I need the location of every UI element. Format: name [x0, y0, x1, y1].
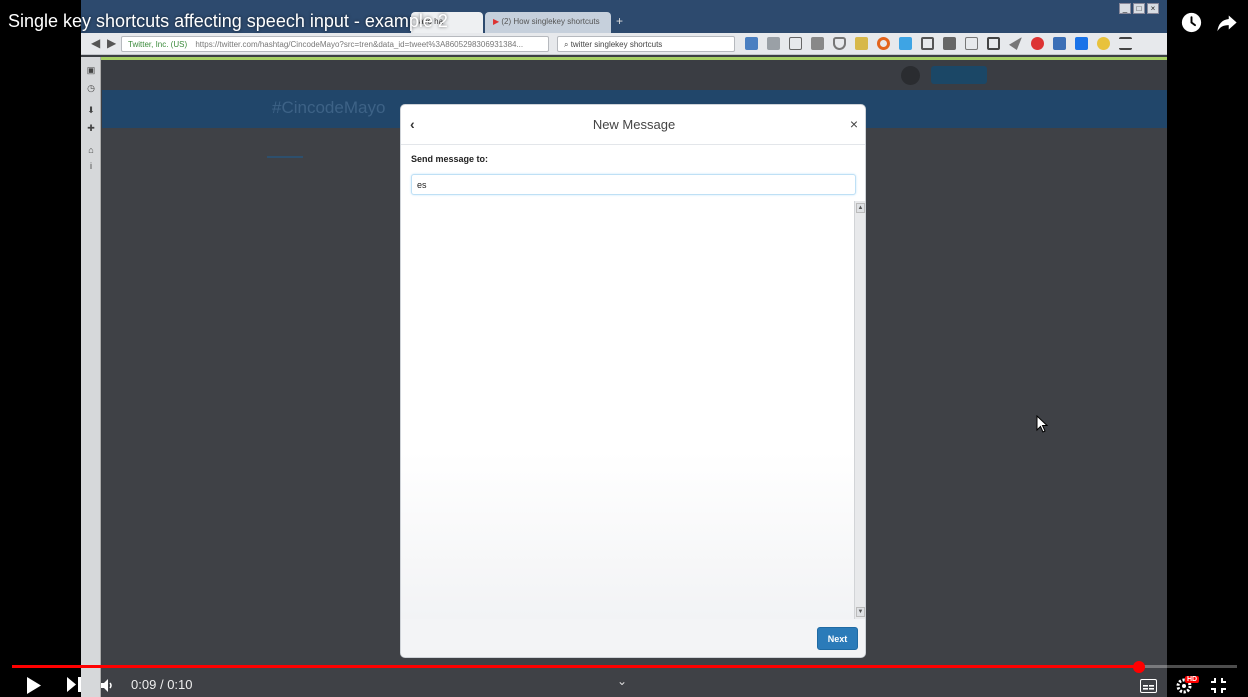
scroll-down-arrow-icon[interactable]: ▼ — [856, 607, 865, 617]
download-icon[interactable]: ⬇ — [85, 105, 97, 117]
browser-navbar: ◀ ▶ Twitter, Inc. (US) https://twitter.c… — [81, 33, 1167, 55]
extension-icon[interactable] — [1053, 37, 1066, 50]
puzzle-icon[interactable]: ✚ — [85, 123, 97, 135]
grid-icon[interactable] — [921, 37, 934, 50]
next-button[interactable]: Next — [817, 627, 858, 650]
watch-later-icon[interactable] — [1181, 12, 1202, 33]
time-separator: / — [159, 677, 164, 692]
site-identity: Twitter, Inc. (US) — [128, 40, 188, 49]
share-icon[interactable] — [1216, 12, 1238, 33]
dialog-title: New Message — [592, 117, 676, 132]
browser-sidebar: ▣ ◷ ⬇ ✚ ⌂ i — [81, 57, 101, 697]
twitter-header — [102, 60, 1167, 90]
tweet-button[interactable] — [931, 66, 987, 84]
minimize-button[interactable]: _ — [1119, 3, 1131, 14]
new-tab-button[interactable]: + — [616, 14, 623, 28]
avatar[interactable] — [901, 66, 920, 85]
window-controls: _ □ × — [1119, 3, 1159, 14]
chevron-down-icon[interactable]: ⌄ — [617, 674, 627, 688]
tools-icon[interactable]: ⌂ — [85, 145, 97, 157]
recipient-results-list[interactable] — [401, 201, 854, 619]
send-icon[interactable] — [1009, 37, 1022, 50]
menu-icon[interactable] — [1119, 37, 1132, 50]
extension-icon[interactable] — [767, 37, 780, 50]
bookmarks-icon[interactable] — [811, 37, 824, 50]
hashtag-title: #CincodeMayo — [272, 98, 386, 117]
volume-icon[interactable] — [101, 679, 115, 692]
sidebar-panel-icon[interactable]: ▣ — [85, 65, 97, 77]
extension-icon[interactable] — [1075, 37, 1088, 50]
active-tab-underline — [267, 156, 303, 158]
extension-icon[interactable] — [899, 37, 912, 50]
scroll-up-arrow-icon[interactable]: ▲ — [856, 203, 865, 213]
adblock-icon[interactable] — [1031, 37, 1044, 50]
zotero-icon[interactable] — [943, 37, 956, 50]
sidebar-icon[interactable] — [987, 37, 1000, 50]
dialog-footer: Next — [401, 619, 865, 657]
results-scrollbar[interactable]: ▲ ▼ — [854, 201, 865, 619]
new-message-dialog: ‹ New Message × Send message to: ▲ ▼ Nex… — [400, 104, 866, 658]
search-icon: ⌕ — [564, 40, 571, 49]
history-icon[interactable]: ◷ — [85, 83, 97, 95]
progress-bar-fill — [12, 665, 1139, 668]
subtitles-icon[interactable] — [1140, 679, 1157, 693]
current-time: 0:09 — [131, 677, 157, 692]
url-text: https://twitter.com/hashtag/CincodeMayo?… — [195, 40, 524, 49]
forward-arrow-icon[interactable]: ▶ — [107, 36, 116, 50]
extension-icon[interactable] — [855, 37, 868, 50]
duration: 0:10 — [167, 677, 193, 692]
close-window-button[interactable]: × — [1147, 3, 1159, 14]
player-controls: 0:09 / 0:10 ⌄ HD — [0, 672, 1248, 697]
mouse-cursor-icon — [1036, 415, 1048, 433]
next-icon[interactable] — [67, 677, 81, 692]
extension-icon[interactable] — [965, 37, 978, 50]
recipient-label: Send message to: — [411, 154, 489, 164]
close-icon[interactable]: × — [850, 116, 858, 132]
dialog-header: ‹ New Message × — [401, 105, 865, 145]
recipient-input[interactable] — [411, 174, 856, 195]
opera-icon[interactable] — [877, 37, 890, 50]
time-display: 0:09 / 0:10 — [131, 677, 193, 692]
extension-icon[interactable] — [1097, 37, 1110, 50]
back-arrow-icon[interactable]: ◀ — [91, 36, 100, 50]
search-text: twitter singlekey shortcuts — [570, 40, 663, 49]
video-player[interactable]: ayo ha ▶ (2) How singlekey shortcuts + _… — [0, 0, 1248, 697]
tab-label: (2) How singlekey shortcuts — [501, 17, 600, 26]
extension-icon[interactable] — [745, 37, 758, 50]
browser-toolbar — [745, 37, 1132, 50]
pocket-icon[interactable] — [833, 37, 846, 50]
info-icon[interactable]: i — [85, 161, 97, 173]
play-icon[interactable] — [26, 677, 42, 694]
url-bar[interactable]: Twitter, Inc. (US) https://twitter.com/h… — [121, 36, 549, 52]
video-title[interactable]: Single key shortcuts affecting speech in… — [8, 11, 448, 32]
fullscreen-exit-icon[interactable] — [1211, 678, 1226, 693]
maximize-button[interactable]: □ — [1133, 3, 1145, 14]
search-bar[interactable]: ⌕ twitter singlekey shortcuts — [557, 36, 735, 52]
bookmark-star-icon[interactable] — [789, 37, 802, 50]
hd-badge: HD — [1185, 676, 1200, 683]
browser-tab-youtube[interactable]: ▶ (2) How singlekey shortcuts — [485, 12, 611, 33]
